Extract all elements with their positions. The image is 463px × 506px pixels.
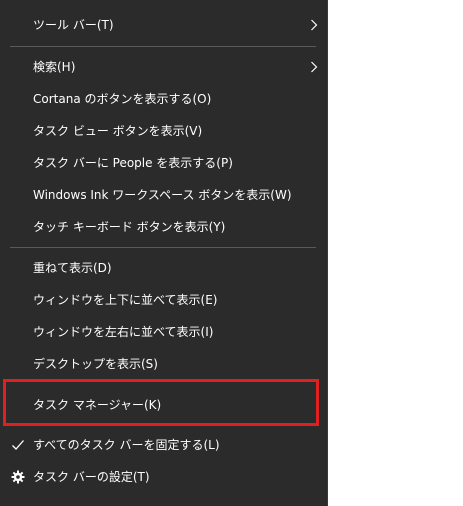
menu-item-side-by-side-windows[interactable]: ウィンドウを左右に並べて表示(I) — [0, 316, 328, 348]
menu-item-label: Cortana のボタンを表示する(O) — [33, 92, 212, 106]
menu-item-show-cortana-button[interactable]: Cortana のボタンを表示する(O) — [0, 83, 328, 115]
menu-item-show-windows-ink-button[interactable]: Windows Ink ワークスペース ボタンを表示(W) — [0, 179, 328, 211]
menu-item-label: 重ねて表示(D) — [33, 261, 112, 275]
menu-item-show-touch-keyboard-button[interactable]: タッチ キーボード ボタンを表示(Y) — [0, 211, 328, 243]
menu-item-label: タッチ キーボード ボタンを表示(Y) — [33, 220, 226, 234]
chevron-right-icon — [308, 9, 320, 41]
taskbar-context-menu: ツール バー(T) 検索(H) Cortana のボタンを表示する(O) タスク… — [0, 0, 328, 506]
highlight-box — [3, 379, 319, 426]
menu-item-label: すべてのタスク バーを固定する(L) — [33, 438, 220, 452]
menu-item-label: タスク バーに People を表示する(P) — [33, 156, 233, 170]
menu-item-label: ウィンドウを左右に並べて表示(I) — [33, 325, 214, 339]
menu-item-show-desktop[interactable]: デスクトップを表示(S) — [0, 348, 328, 380]
chevron-right-icon — [308, 51, 320, 83]
menu-item-toolbars[interactable]: ツール バー(T) — [0, 9, 328, 41]
menu-item-label: タスク ビュー ボタンを表示(V) — [33, 124, 203, 138]
menu-item-show-task-view-button[interactable]: タスク ビュー ボタンを表示(V) — [0, 115, 328, 147]
menu-item-label: タスク バーの設定(T) — [33, 470, 150, 484]
checkmark-icon — [10, 429, 26, 461]
menu-item-label: ウィンドウを上下に並べて表示(E) — [33, 293, 218, 307]
menu-item-label: ツール バー(T) — [33, 18, 114, 32]
menu-item-stack-windows[interactable]: ウィンドウを上下に並べて表示(E) — [0, 284, 328, 316]
gear-icon — [10, 461, 26, 493]
menu-item-label: 検索(H) — [33, 60, 76, 74]
menu-item-show-people[interactable]: タスク バーに People を表示する(P) — [0, 147, 328, 179]
menu-item-search[interactable]: 検索(H) — [0, 51, 328, 83]
menu-item-taskbar-settings[interactable]: タスク バーの設定(T) — [0, 461, 328, 493]
menu-separator — [10, 46, 316, 47]
menu-separator — [10, 247, 316, 248]
menu-item-cascade-windows[interactable]: 重ねて表示(D) — [0, 252, 328, 284]
menu-item-lock-taskbars[interactable]: すべてのタスク バーを固定する(L) — [0, 429, 328, 461]
menu-item-label: デスクトップを表示(S) — [33, 357, 158, 371]
menu-item-label: Windows Ink ワークスペース ボタンを表示(W) — [33, 188, 292, 202]
